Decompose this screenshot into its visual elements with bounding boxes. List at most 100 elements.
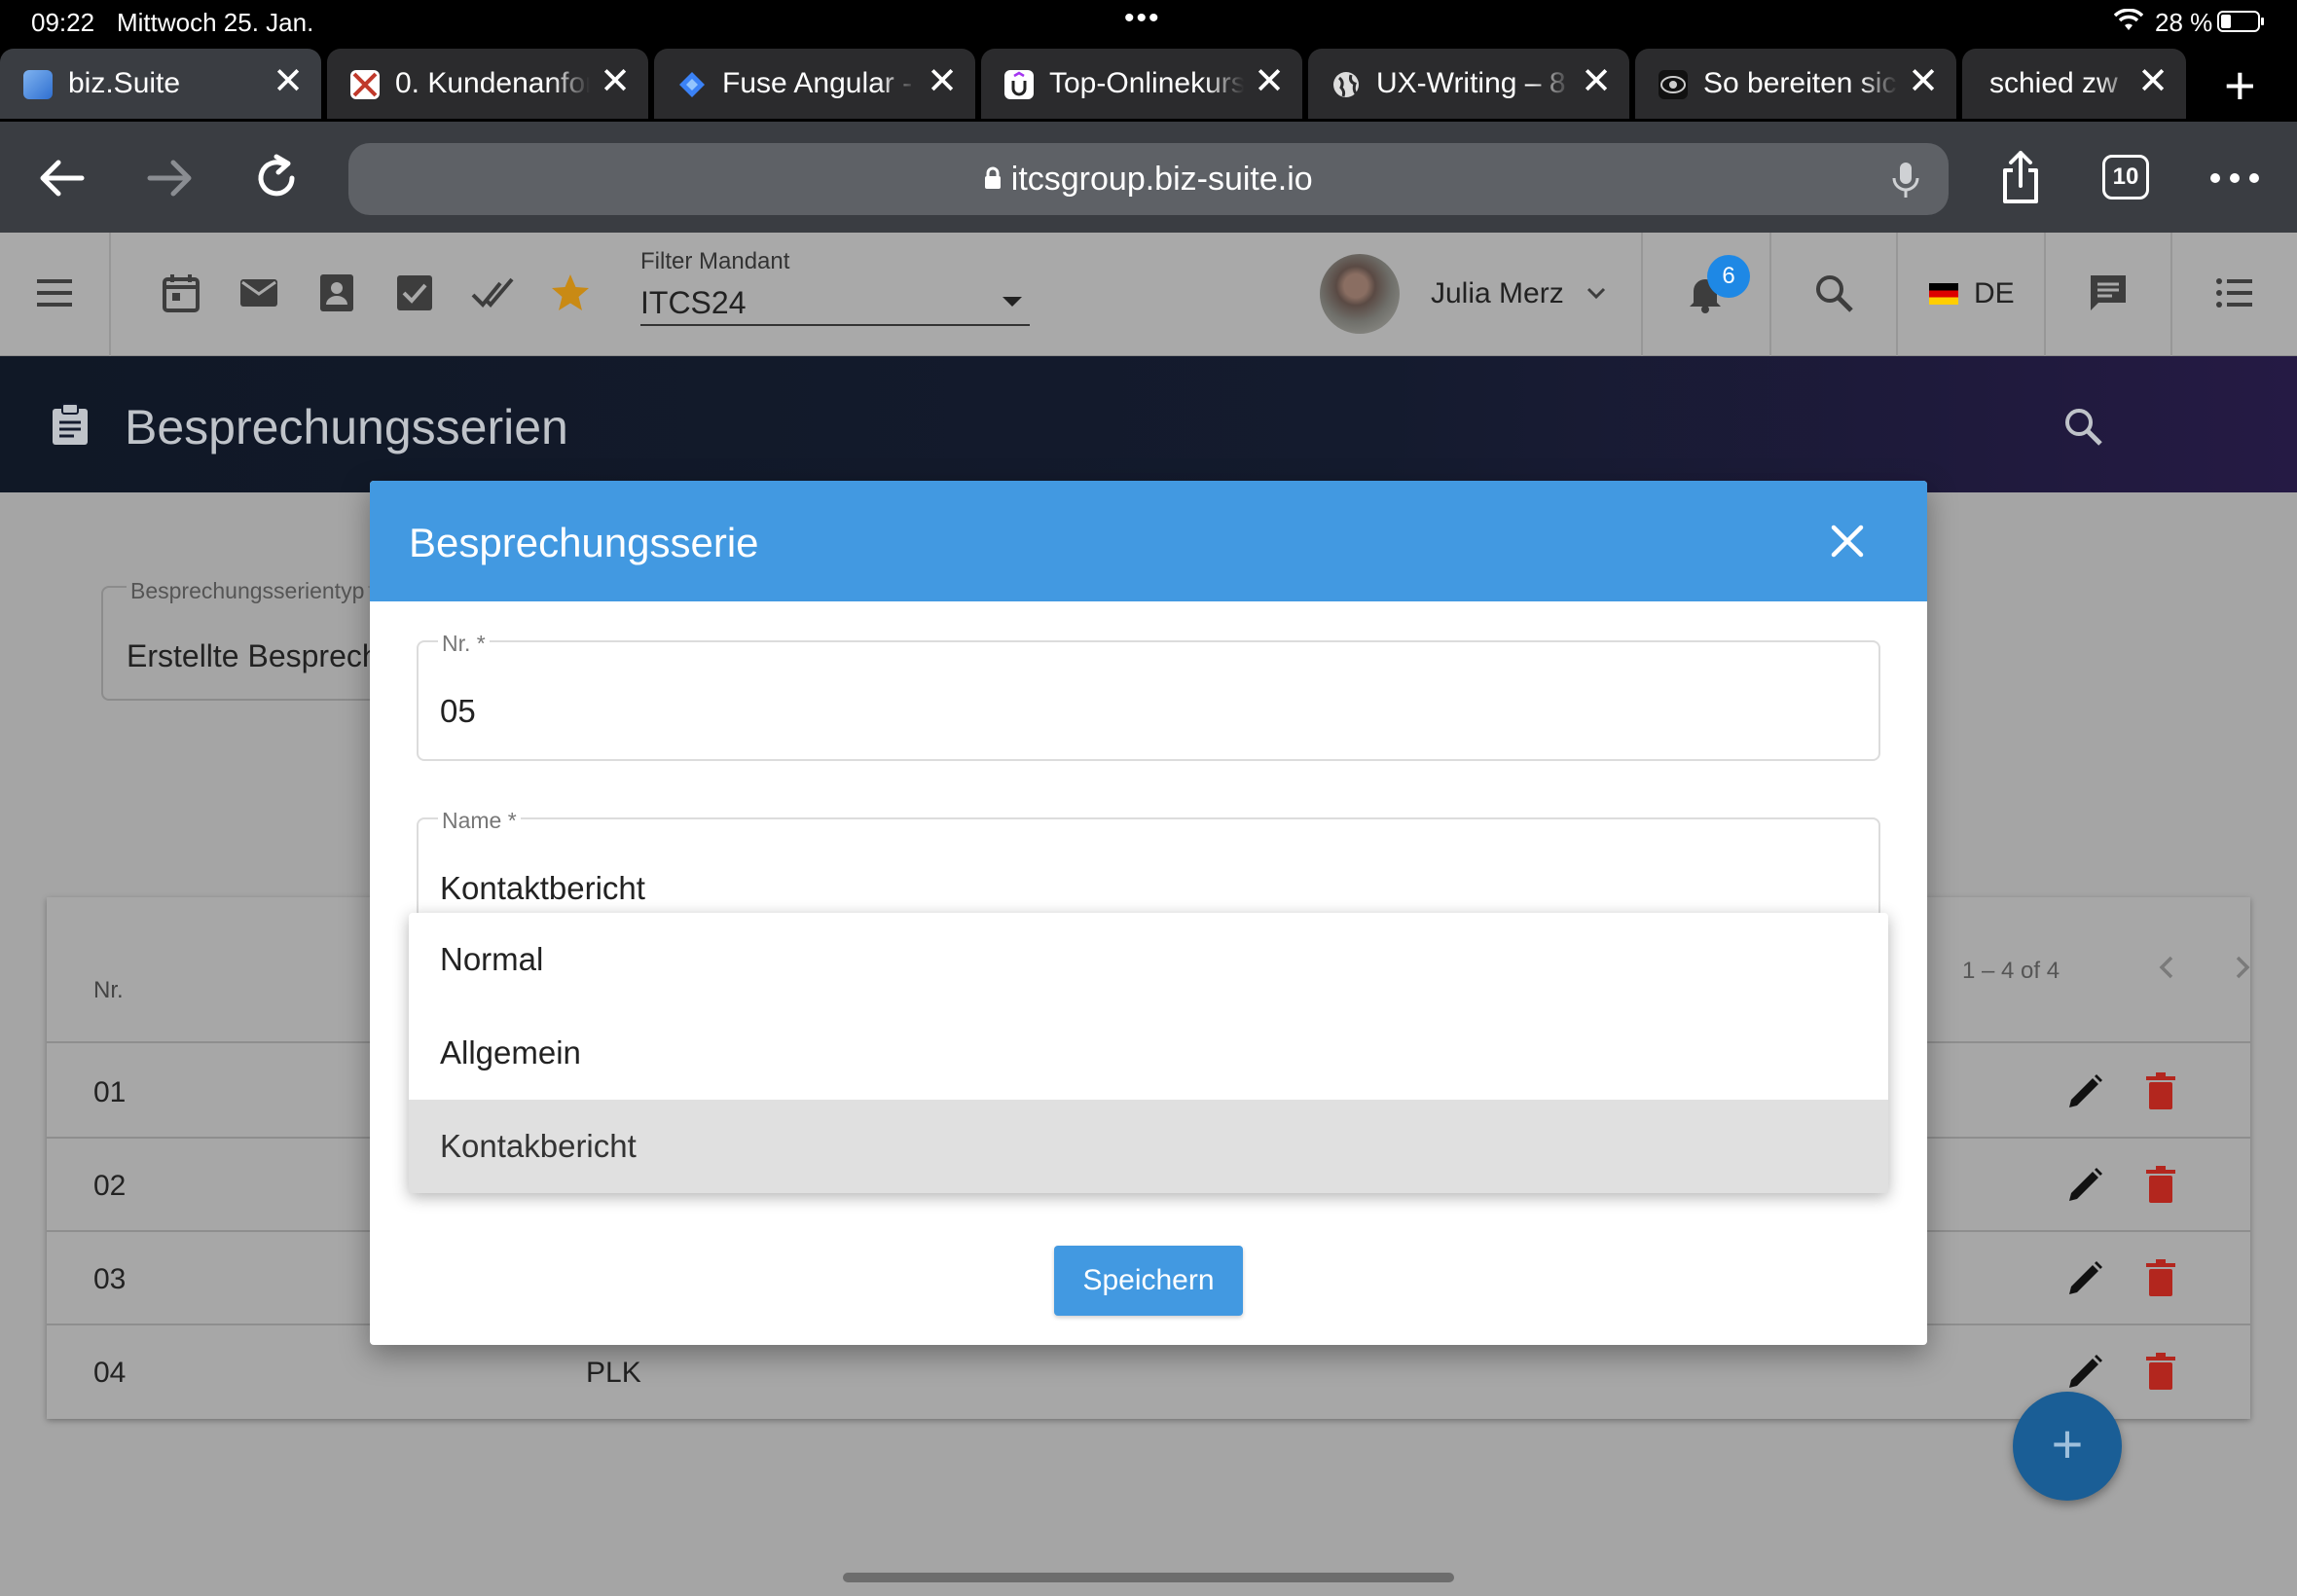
browser-tab-title: Top-Onlinekurse (1049, 67, 1244, 100)
toolbar-divider (2044, 233, 2046, 356)
delete-icon[interactable] (2139, 1351, 2182, 1394)
dialog-title: Besprechungsserie (409, 520, 759, 565)
site-favicon-icon (1659, 70, 1688, 99)
meeting-series-type-value: Erstellte Besprech (127, 638, 380, 673)
address-bar[interactable]: itcsgroup.biz-suite.io (348, 143, 1949, 215)
search-icon[interactable] (2061, 405, 2104, 448)
new-tab-icon[interactable]: + (2224, 54, 2256, 117)
column-header-nr[interactable]: Nr. (93, 977, 124, 1004)
checkbox-icon[interactable] (393, 272, 436, 314)
wifi-icon (2113, 8, 2144, 39)
done-all-icon[interactable] (471, 272, 514, 314)
row-nr: 03 (93, 1263, 127, 1295)
search-icon[interactable] (1812, 272, 1855, 314)
chevron-right-icon[interactable] (2225, 950, 2260, 985)
browser-tab[interactable]: Fuse Angular - Admin ✕ (654, 49, 975, 119)
close-tab-icon[interactable]: ✕ (1581, 62, 1612, 101)
save-button[interactable]: Speichern (1054, 1246, 1243, 1316)
language-selector[interactable]: DE (1974, 277, 2015, 310)
edit-icon[interactable] (2063, 1351, 2106, 1394)
toolbar-divider (109, 233, 111, 356)
edit-icon[interactable] (2063, 1070, 2106, 1113)
browser-tab[interactable]: biz.Suite ✕ (0, 49, 321, 119)
edit-icon[interactable] (2063, 1164, 2106, 1207)
page-header: Besprechungsserien (0, 356, 2297, 492)
forward-arrow-icon[interactable] (140, 149, 199, 207)
dropdown-option-normal[interactable]: Normal (409, 913, 1888, 1006)
browser-tab-title: schied zw (1989, 67, 2135, 100)
browser-tab-title: Fuse Angular - Admin (722, 67, 917, 100)
browser-nav-bar: itcsgroup.biz-suite.io 10 (0, 122, 2297, 233)
url-text: itcsgroup.biz-suite.io (348, 161, 1949, 199)
edit-icon[interactable] (2063, 1257, 2106, 1300)
battery-percent: 28 % (2155, 8, 2213, 37)
browser-tab-title: biz.Suite (68, 67, 263, 100)
app-toolbar: Filter Mandant ITCS24 Julia Merz DE (0, 233, 2297, 356)
close-tab-icon[interactable]: ✕ (1908, 62, 1939, 101)
toolbar-divider (2170, 233, 2172, 356)
filter-mandant-value: ITCS24 (640, 285, 747, 320)
battery-icon (2217, 11, 2264, 32)
multitasking-dots-icon[interactable]: ••• (1124, 2, 1161, 35)
close-tab-icon[interactable]: ✕ (600, 62, 631, 101)
fuse-favicon-icon (677, 70, 707, 99)
dropdown-option-allgemein[interactable]: Allgemein (409, 1006, 1888, 1100)
avatar[interactable] (1320, 254, 1400, 334)
chat-icon[interactable] (2087, 272, 2130, 314)
close-icon[interactable] (1826, 520, 1869, 562)
browser-tab-bar: biz.Suite ✕ 0. Kundenanforderungen ✕ Fus… (0, 44, 2297, 122)
page-title: Besprechungsserien (125, 400, 568, 454)
reload-icon[interactable] (247, 149, 306, 207)
lock-icon (985, 166, 1002, 189)
home-indicator[interactable] (843, 1573, 1454, 1582)
close-tab-icon[interactable]: ✕ (2137, 62, 2169, 101)
user-name[interactable]: Julia Merz (1431, 277, 1564, 310)
close-tab-icon[interactable]: ✕ (1254, 62, 1285, 101)
mail-icon[interactable] (237, 272, 280, 314)
row-nr: 04 (93, 1357, 127, 1389)
filter-mandant-select[interactable]: ITCS24 (640, 279, 1030, 326)
list-icon[interactable] (2213, 272, 2256, 314)
microphone-icon[interactable] (1888, 161, 1923, 200)
browser-tab[interactable]: 0. Kundenanforderungen ✕ (327, 49, 648, 119)
more-icon[interactable] (2206, 149, 2264, 207)
nr-field[interactable]: Nr. * 05 (417, 631, 1880, 761)
delete-icon[interactable] (2139, 1164, 2182, 1207)
back-arrow-icon[interactable] (33, 149, 91, 207)
meeting-series-type-select[interactable]: Besprechungsserientyp Erstellte Besprech (101, 578, 393, 701)
star-icon[interactable] (549, 272, 592, 314)
browser-tab-title: So bereiten sich (1703, 67, 1898, 100)
browser-tab[interactable]: UX-Writing – 8 ✕ (1308, 49, 1629, 119)
row-name: PLK (586, 1357, 641, 1389)
nr-field-label: Nr. * (438, 631, 490, 657)
browser-tab-title: 0. Kundenanforderungen (395, 67, 590, 100)
close-tab-icon[interactable]: ✕ (273, 62, 304, 101)
add-button[interactable]: + (2013, 1392, 2122, 1501)
hamburger-menu-icon[interactable] (33, 272, 76, 314)
row-nr: 02 (93, 1170, 127, 1202)
dropdown-caret-icon (1003, 297, 1022, 307)
share-icon[interactable] (1991, 149, 2050, 207)
contact-icon[interactable] (315, 272, 358, 314)
status-bar: 09:22 Mittwoch 25. Jan. ••• 28 % (0, 0, 2297, 44)
browser-tab-title: UX-Writing – 8 (1376, 67, 1571, 100)
browser-tab[interactable]: schied zw ✕ (1962, 49, 2186, 119)
calendar-icon[interactable] (160, 272, 202, 314)
browser-tab[interactable]: So bereiten sich ✕ (1635, 49, 1956, 119)
type-dropdown-panel: Normal Allgemein Kontakbericht (409, 913, 1888, 1193)
tab-overview-button[interactable]: 10 (2102, 155, 2149, 200)
toolbar-divider (1641, 233, 1643, 356)
german-flag-icon[interactable] (1929, 283, 1958, 305)
browser-tab[interactable]: Top-Onlinekurse ✕ (981, 49, 1302, 119)
chevron-down-icon[interactable] (1585, 281, 1608, 305)
pagination-range: 1 – 4 of 4 (1962, 958, 2060, 984)
chevron-left-icon[interactable] (2149, 950, 2184, 985)
status-time: 09:22 (31, 8, 95, 37)
delete-icon[interactable] (2139, 1257, 2182, 1300)
meeting-series-type-label: Besprechungsserientyp (127, 578, 369, 604)
close-tab-icon[interactable]: ✕ (927, 62, 958, 101)
status-date: Mittwoch 25. Jan. (117, 8, 314, 37)
delete-icon[interactable] (2139, 1070, 2182, 1113)
dropdown-option-kontakbericht[interactable]: Kontakbericht (409, 1100, 1888, 1193)
nr-field-value: 05 (440, 693, 476, 729)
